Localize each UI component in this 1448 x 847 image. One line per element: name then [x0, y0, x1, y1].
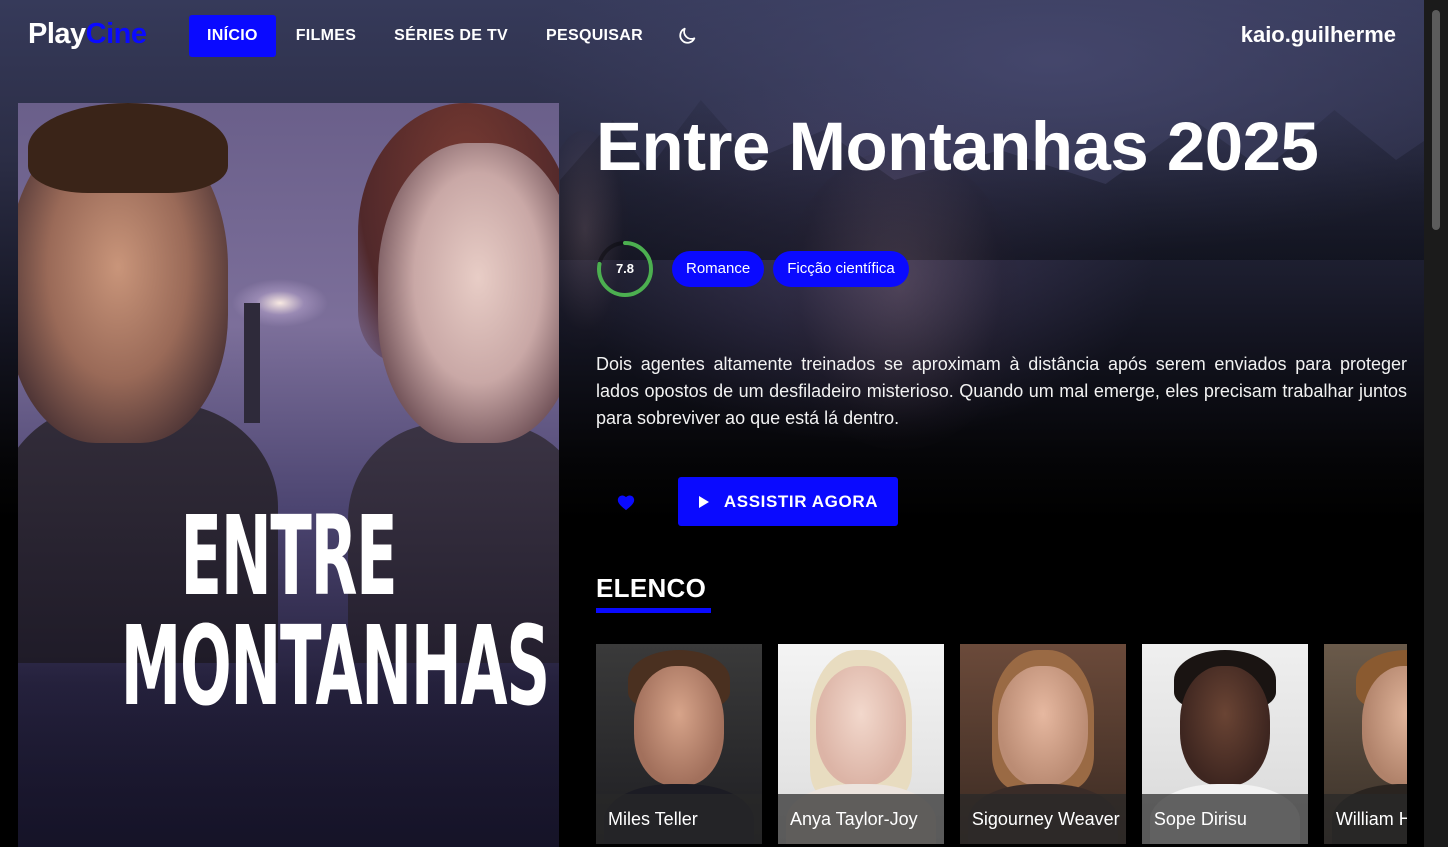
- cast-card[interactable]: Sope Dirisu: [1141, 644, 1308, 844]
- rating-value: 7.8: [615, 261, 635, 276]
- nav-item-inicio[interactable]: INÍCIO: [189, 15, 276, 57]
- nav-links: INÍCIO FILMES SÉRIES DE TV PESQUISAR: [189, 15, 707, 57]
- heart-icon: [617, 494, 635, 510]
- poster-figure: [378, 143, 559, 443]
- poster-title-line1: ENTRE: [180, 493, 398, 621]
- cast-heading: ELENCO: [596, 573, 711, 613]
- cast-name: William Hope: [1323, 794, 1407, 844]
- poster-tower: [244, 303, 260, 423]
- movie-details: Entre Montanhas 2025 7.8 Romance Ficção …: [596, 103, 1407, 844]
- movie-poster: ENTRE MONTANHAS: [18, 103, 559, 847]
- moon-icon: [679, 27, 696, 44]
- rating-circle: 7.8: [596, 240, 654, 298]
- logo[interactable]: PlayCine: [28, 18, 147, 51]
- cast-name: Sigourney Weaver: [959, 794, 1126, 844]
- genre-chip-romance[interactable]: Romance: [672, 251, 765, 287]
- poster-figure: [28, 103, 228, 193]
- logo-play: Play: [28, 18, 86, 50]
- favorite-button[interactable]: [596, 478, 656, 526]
- page-scrollbar[interactable]: [1424, 0, 1448, 847]
- top-navbar: PlayCine INÍCIO FILMES SÉRIES DE TV PESQ…: [0, 0, 1424, 72]
- play-icon: [698, 495, 709, 508]
- user-menu[interactable]: kaio.guilherme: [1241, 22, 1396, 48]
- watch-now-label: ASSISTIR AGORA: [723, 491, 879, 511]
- nav-item-series[interactable]: SÉRIES DE TV: [376, 15, 526, 57]
- cast-name: Anya Taylor-Joy: [777, 794, 944, 844]
- cast-carousel[interactable]: Miles Teller Anya Taylor-Joy Sigourney W…: [596, 644, 1407, 844]
- action-row: ASSISTIR AGORA: [596, 477, 898, 526]
- genre-chip-ficcao[interactable]: Ficção científica: [773, 251, 909, 287]
- scrollbar-thumb[interactable]: [1432, 10, 1440, 230]
- cast-name: Sope Dirisu: [1141, 794, 1308, 844]
- cast-card[interactable]: Sigourney Weaver: [959, 644, 1126, 844]
- logo-cine: Cine: [85, 18, 147, 50]
- nav-item-pesquisar[interactable]: PESQUISAR: [528, 15, 661, 57]
- theme-toggle-button[interactable]: [667, 15, 707, 57]
- cast-card[interactable]: William Hope: [1323, 644, 1407, 844]
- poster-title-line2: MONTANHAS: [120, 603, 550, 731]
- watch-now-button[interactable]: ASSISTIR AGORA: [678, 477, 898, 526]
- meta-row: 7.8 Romance Ficção científica: [596, 240, 918, 298]
- cast-name: Miles Teller: [596, 794, 762, 844]
- page: PlayCine INÍCIO FILMES SÉRIES DE TV PESQ…: [0, 0, 1448, 847]
- cast-card[interactable]: Anya Taylor-Joy: [777, 644, 944, 844]
- nav-item-filmes[interactable]: FILMES: [278, 15, 374, 57]
- movie-synopsis: Dois agentes altamente treinados se apro…: [596, 354, 1407, 428]
- cast-card[interactable]: Miles Teller: [596, 644, 762, 844]
- movie-title: Entre Montanhas 2025: [596, 108, 1319, 185]
